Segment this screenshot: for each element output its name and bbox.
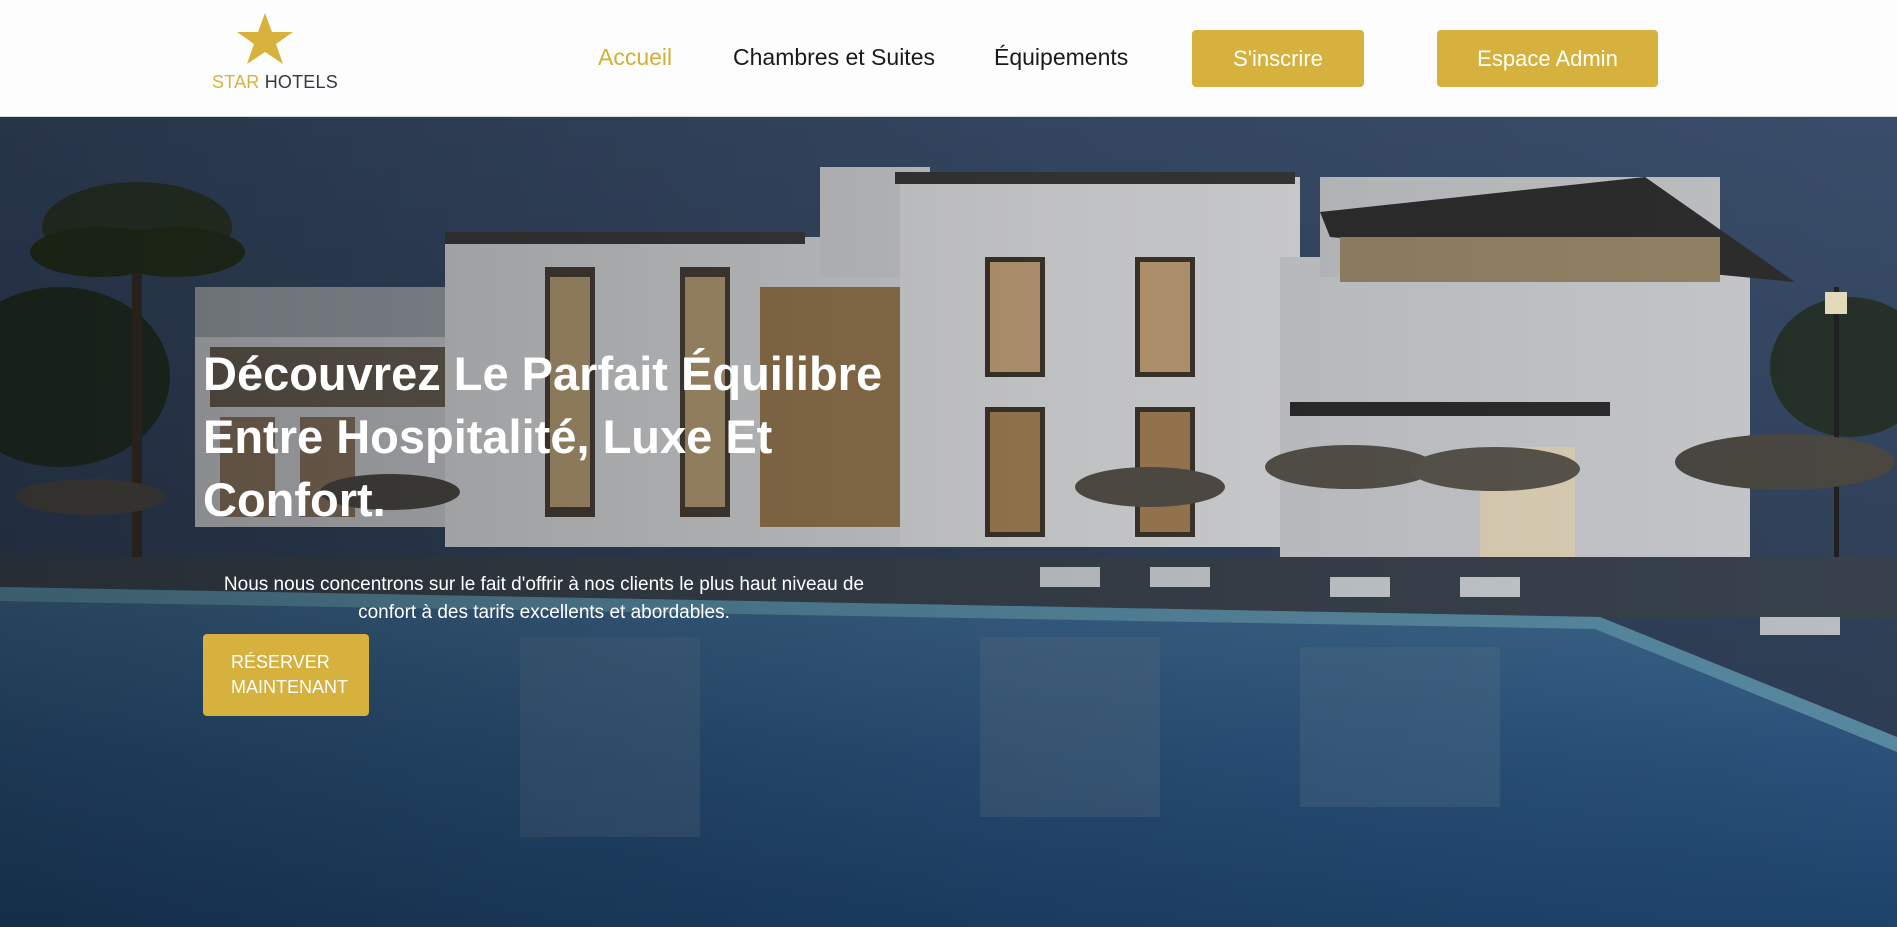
brand-name-part1: STAR — [212, 72, 260, 92]
hero-content: Découvrez Le Parfait Équilibre Entre Hos… — [203, 342, 903, 716]
hero-subtitle: Nous nous concentrons sur le fait d'offr… — [223, 574, 865, 623]
nav-link-chambres-et-suites[interactable]: Chambres et Suites — [733, 44, 935, 71]
hero-section: Découvrez Le Parfait Équilibre Entre Hos… — [0, 117, 1897, 927]
star-icon — [237, 13, 293, 64]
brand-name-part2: HOTELS — [264, 72, 338, 92]
book-now-button[interactable]: RÉSERVER MAINTENANT — [203, 634, 369, 716]
signup-button[interactable]: S'inscrire — [1192, 30, 1364, 87]
hero-title: Découvrez Le Parfait Équilibre Entre Hos… — [203, 347, 883, 526]
brand-logo[interactable]: STAR HOTELS — [212, 12, 338, 94]
brand-name: STAR HOTELS — [212, 72, 338, 93]
top-navbar: STAR HOTELS Accueil Chambres et Suites É… — [0, 0, 1897, 117]
nav-link-equipements[interactable]: Équipements — [994, 44, 1128, 71]
nav-link-accueil[interactable]: Accueil — [598, 44, 672, 71]
admin-space-button[interactable]: Espace Admin — [1437, 30, 1658, 87]
